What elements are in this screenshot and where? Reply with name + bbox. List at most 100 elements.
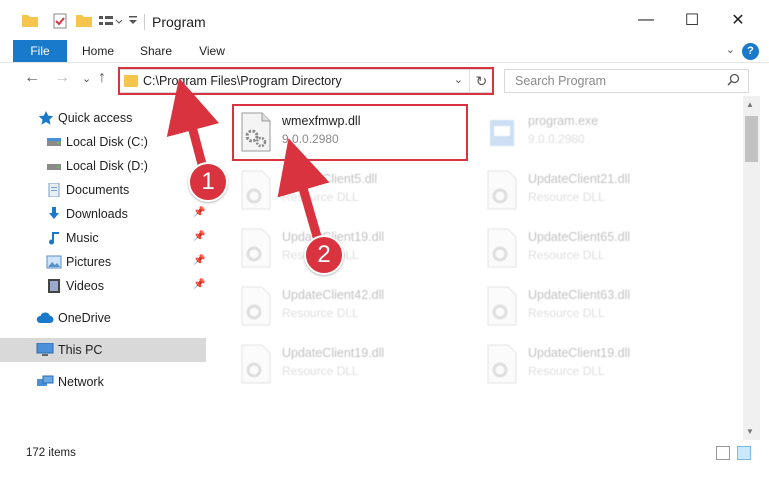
sidebar-item-label: Local Disk (D:) [66, 159, 148, 173]
file-detail: Resource DLL [528, 190, 605, 204]
scroll-down-icon[interactable]: ▼ [746, 427, 754, 436]
up-button[interactable]: ↑ [98, 69, 106, 87]
file-highlight-box [232, 104, 468, 161]
file-name: UpdateClient19.dll [528, 346, 631, 360]
sidebar-item-label: Local Disk (C:) [66, 135, 148, 149]
sidebar-item-label: Network [58, 375, 104, 389]
file-name: UpdateClient42.dll [282, 288, 385, 302]
scroll-up-icon[interactable]: ▲ [746, 100, 754, 109]
file-name: program.exe [528, 114, 599, 128]
sidebar-item-label: Pictures [66, 255, 112, 269]
sidebar-item-music[interactable]: Music 📌 [0, 226, 206, 250]
file-name: UpdateClient63.dll [528, 288, 631, 302]
back-button[interactable]: ← [24, 69, 40, 87]
computer-icon [36, 342, 54, 357]
network-icon [36, 375, 54, 389]
large-icons-view-icon[interactable] [737, 446, 751, 460]
dll-file-icon [240, 344, 272, 384]
file-detail: Resource DLL [528, 248, 605, 262]
drive-icon [46, 135, 62, 149]
customize-toolbar-icon[interactable] [128, 13, 138, 31]
forward-button[interactable]: → [54, 69, 70, 87]
sidebar-item-label: Videos [66, 279, 104, 293]
file-detail: Resource DLL [528, 306, 605, 320]
step-2-badge: 2 [304, 235, 344, 275]
sidebar-item-label: This PC [58, 343, 103, 357]
sidebar-item-local-disk-c[interactable]: Local Disk (C:) [0, 130, 206, 154]
sidebar-item-onedrive[interactable]: OneDrive [0, 306, 206, 330]
sidebar-item-videos[interactable]: Videos 📌 [0, 274, 206, 298]
dll-file-icon [486, 170, 518, 210]
file-item-program-exe[interactable]: program.exe 9.0.0.2980 [480, 106, 720, 158]
new-folder-icon[interactable] [76, 13, 92, 31]
music-icon [46, 231, 62, 245]
file-detail: Resource DLL [282, 306, 359, 320]
search-box[interactable]: Search Program [504, 69, 749, 93]
minimize-button[interactable]: — [623, 0, 669, 40]
file-detail: Resource DLL [528, 364, 605, 378]
file-item[interactable]: UpdateClient19.dll Resource DLL [480, 338, 720, 390]
video-icon [46, 279, 62, 293]
file-name: UpdateClient21.dll [528, 172, 631, 186]
details-view-icon[interactable] [716, 446, 730, 460]
sidebar-item-network[interactable]: Network [0, 370, 206, 394]
scrollbar-thumb[interactable] [745, 116, 758, 162]
file-detail: 9.0.0.2980 [528, 132, 585, 146]
file-item[interactable]: UpdateClient19.dll Resource DLL [234, 338, 474, 390]
documents-icon [46, 182, 62, 198]
tab-share[interactable]: Share [134, 40, 178, 62]
file-name: UpdateClient19.dll [282, 346, 385, 360]
sidebar-item-this-pc[interactable]: This PC [0, 338, 206, 362]
tab-file[interactable]: File [13, 40, 67, 62]
file-item[interactable]: UpdateClient21.dll Resource DLL [480, 164, 720, 216]
dll-file-icon [486, 344, 518, 384]
sidebar-item-pictures[interactable]: Pictures 📌 [0, 250, 206, 274]
file-name: UpdateClient65.dll [528, 230, 631, 244]
file-item[interactable]: UpdateClient19.dll Resource DLL [234, 222, 474, 274]
title-bar: Program — ☐ ✕ [0, 0, 769, 40]
tab-view[interactable]: View [190, 40, 234, 62]
tab-home[interactable]: Home [76, 40, 120, 62]
sidebar-item-quick-access[interactable]: Quick access [0, 106, 206, 130]
sidebar-item-local-disk-d[interactable]: Local Disk (D:) [0, 154, 206, 178]
exe-file-icon [486, 112, 518, 152]
search-input[interactable]: Search Program [515, 74, 606, 88]
sidebar-item-label: Documents [66, 183, 130, 197]
pin-icon[interactable]: 📌 [193, 231, 205, 242]
sidebar-item-label: OneDrive [58, 311, 111, 325]
item-count: 172 items [26, 447, 76, 459]
vertical-scrollbar[interactable]: ▲ ▼ [743, 96, 760, 440]
pin-icon[interactable]: 📌 [193, 207, 205, 218]
properties-icon[interactable] [52, 13, 68, 31]
file-item[interactable]: UpdateClient65.dll Resource DLL [480, 222, 720, 274]
star-icon [38, 111, 54, 125]
dll-file-icon [486, 286, 518, 326]
address-highlight-box [118, 67, 494, 95]
title-divider [144, 14, 145, 30]
dll-file-icon [486, 228, 518, 268]
folder-icon[interactable] [22, 13, 38, 31]
sidebar-item-downloads[interactable]: Downloads 📌 [0, 202, 206, 226]
sidebar-item-label: Quick access [58, 111, 133, 125]
view-options-icon[interactable] [98, 13, 124, 31]
cloud-icon [36, 311, 54, 325]
navigation-pane: Quick access Local Disk (C:) Local Disk … [0, 96, 210, 440]
search-icon[interactable] [727, 73, 740, 89]
file-item[interactable]: UpdateClient5.dll Resource DLL [234, 164, 474, 216]
file-detail: Resource DLL [282, 364, 359, 378]
expand-ribbon-icon[interactable]: ⌄ [726, 43, 735, 56]
close-button[interactable]: ✕ [715, 0, 761, 40]
sidebar-item-label: Downloads [66, 207, 128, 221]
pin-icon[interactable]: 📌 [193, 255, 205, 266]
file-item[interactable]: UpdateClient42.dll Resource DLL [234, 280, 474, 332]
recent-locations-button[interactable]: ⌄ [82, 72, 91, 85]
help-button[interactable]: ? [742, 43, 759, 60]
maximize-button[interactable]: ☐ [669, 0, 715, 40]
pin-icon[interactable]: 📌 [193, 279, 205, 290]
sidebar-item-documents[interactable]: Documents [0, 178, 206, 202]
step-1-badge: 1 [188, 162, 228, 202]
drive-icon [46, 159, 62, 173]
file-name: UpdateClient5.dll [282, 172, 378, 186]
dll-file-icon [240, 228, 272, 268]
file-item[interactable]: UpdateClient63.dll Resource DLL [480, 280, 720, 332]
